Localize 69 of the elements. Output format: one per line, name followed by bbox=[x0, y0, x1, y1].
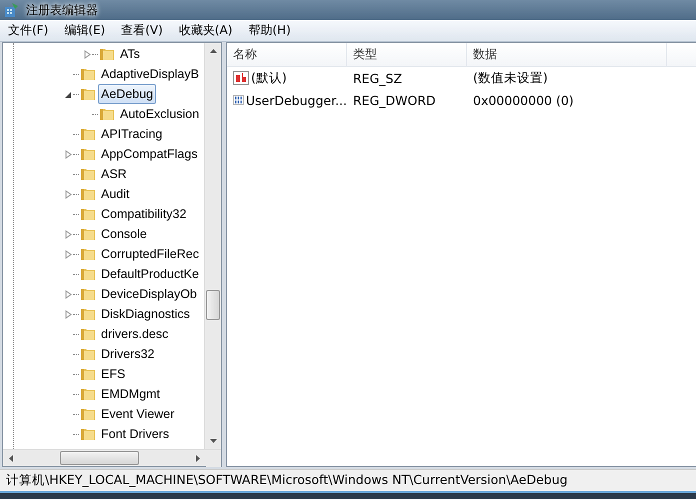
tree-item[interactable]: DeviceDisplayOb bbox=[98, 284, 200, 304]
tree-item[interactable]: APITracing bbox=[98, 124, 166, 144]
tree-item[interactable]: Drivers32 bbox=[98, 344, 158, 364]
vertical-scrollbar[interactable] bbox=[204, 43, 221, 449]
folder-icon bbox=[80, 267, 96, 281]
value-name: UserDebugger... bbox=[246, 92, 347, 108]
expand-icon[interactable] bbox=[64, 250, 73, 258]
horizontal-scrollbar[interactable] bbox=[3, 449, 221, 466]
menu-item[interactable]: 文件(F) bbox=[0, 22, 56, 39]
value-data: (数值未设置) bbox=[472, 70, 549, 86]
expand-icon[interactable] bbox=[64, 150, 73, 158]
column-header[interactable]: 数据 bbox=[467, 43, 667, 66]
expand-icon[interactable] bbox=[64, 290, 73, 298]
folder-icon bbox=[80, 207, 96, 221]
folder-icon bbox=[80, 307, 96, 321]
tree-item[interactable]: AppCompatFlags bbox=[98, 144, 201, 164]
scroll-thumb[interactable] bbox=[60, 451, 139, 465]
tree-item[interactable]: EFS bbox=[98, 364, 128, 384]
tree-item[interactable]: ASR bbox=[98, 164, 130, 184]
folder-icon bbox=[80, 127, 96, 141]
scroll-thumb[interactable] bbox=[206, 290, 220, 320]
folder-icon bbox=[80, 387, 96, 401]
value-data: 0x00000000 (0) bbox=[472, 92, 575, 108]
folder-icon bbox=[80, 407, 96, 421]
tree-item[interactable]: DefaultProductKe bbox=[98, 264, 202, 284]
expand-icon[interactable] bbox=[64, 310, 73, 318]
tree-item[interactable]: AdaptiveDisplayB bbox=[98, 64, 202, 84]
folder-icon bbox=[80, 67, 96, 81]
registry-path: 计算机\HKEY_LOCAL_MACHINE\SOFTWARE\Microsoft\Windows NT\CurrentVersion\AeDebug bbox=[6, 472, 568, 489]
value-name: (默认) bbox=[251, 70, 287, 86]
folder-icon bbox=[99, 47, 115, 61]
expand-icon[interactable] bbox=[64, 230, 73, 238]
tree-item[interactable]: CorruptedFileRec bbox=[98, 244, 202, 264]
tree-item[interactable]: drivers.desc bbox=[98, 324, 172, 344]
folder-icon bbox=[80, 167, 96, 181]
value-type: REG_SZ bbox=[352, 70, 404, 86]
folder-icon bbox=[80, 147, 96, 161]
menu-item[interactable]: 收藏夹(A) bbox=[170, 22, 240, 39]
menu-item[interactable]: 编辑(E) bbox=[56, 22, 114, 39]
registry-icon bbox=[4, 2, 20, 18]
column-header[interactable]: 类型 bbox=[347, 43, 467, 66]
expand-icon[interactable] bbox=[64, 190, 73, 198]
tree-item[interactable]: Audit bbox=[98, 184, 132, 204]
folder-icon bbox=[80, 227, 96, 241]
column-header[interactable]: 名称 bbox=[227, 43, 347, 66]
folder-icon bbox=[80, 87, 96, 101]
tree-item[interactable]: AutoExclusion bbox=[117, 104, 202, 124]
tree-item[interactable]: Font Drivers bbox=[98, 424, 172, 444]
folder-icon bbox=[80, 367, 96, 381]
tree-item[interactable]: DiskDiagnostics bbox=[98, 304, 193, 324]
tree-item[interactable]: ATs bbox=[117, 44, 143, 64]
folder-icon bbox=[80, 327, 96, 341]
tree-item[interactable]: Event Viewer bbox=[98, 404, 178, 424]
folder-icon bbox=[80, 187, 96, 201]
folder-icon bbox=[80, 247, 96, 261]
menu-item[interactable]: 查看(V) bbox=[113, 22, 171, 39]
menu-item[interactable]: 帮助(H) bbox=[240, 22, 299, 39]
folder-icon bbox=[80, 427, 96, 441]
folder-icon bbox=[99, 107, 115, 121]
tree-item[interactable]: Compatibility32 bbox=[98, 204, 190, 224]
collapse-icon[interactable] bbox=[64, 90, 73, 98]
tree-item[interactable]: Console bbox=[98, 224, 150, 244]
window-title: 注册表编辑器 bbox=[26, 2, 98, 18]
folder-icon bbox=[80, 287, 96, 301]
tree-item[interactable]: AeDebug bbox=[98, 84, 156, 104]
folder-icon bbox=[80, 347, 96, 361]
expand-icon[interactable] bbox=[83, 50, 92, 58]
tree-item[interactable]: EMDMgmt bbox=[98, 384, 164, 404]
value-type: REG_DWORD bbox=[352, 92, 437, 108]
